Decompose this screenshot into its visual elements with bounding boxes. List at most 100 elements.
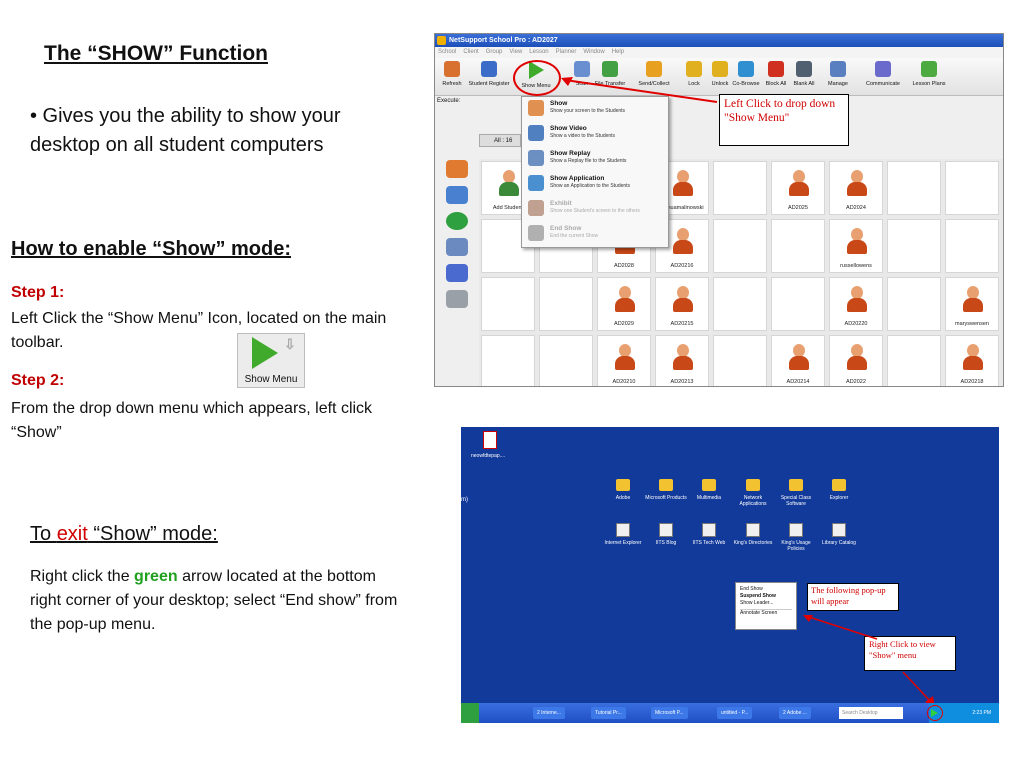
desktop-icon-label: Special Class Software	[780, 495, 812, 507]
student-tile[interactable]	[945, 219, 999, 273]
student-tile[interactable]: AD20215	[655, 277, 709, 331]
popup-item[interactable]: Annotate Screen	[740, 609, 792, 617]
show-tray-arrow-icon[interactable]	[931, 709, 938, 717]
student-avatar-icon	[615, 344, 635, 372]
survey-view-icon[interactable]	[446, 264, 468, 282]
folder-icon	[659, 479, 673, 491]
student-tile[interactable]: AD20220	[829, 277, 883, 331]
folder-icon	[789, 479, 803, 491]
toolbar-communicate-button[interactable]: Communicate	[861, 59, 905, 87]
show-popup-menu: End Show Suspend Show Show Leader... Annota…	[735, 582, 797, 630]
menu-item[interactable]: Planner	[556, 49, 577, 55]
desktop-icon[interactable]: Microsoft Products	[644, 479, 688, 501]
desktop-icon-label: Explorer	[829, 495, 849, 501]
desktop-icon[interactable]: Special Class Software	[774, 479, 818, 507]
folder-icon	[702, 479, 716, 491]
student-tile[interactable]: AD20218	[945, 335, 999, 386]
student-tile[interactable]	[771, 219, 825, 273]
student-name: AD20214	[786, 379, 810, 385]
student-tile[interactable]	[539, 335, 593, 386]
toolbar-register-button[interactable]: Student Register	[463, 59, 515, 87]
toolbar-label: Communicate	[866, 81, 900, 87]
refresh-icon	[444, 61, 460, 77]
student-tile[interactable]: AD2025	[771, 161, 825, 215]
student-tile[interactable]	[771, 277, 825, 331]
app-logo-icon	[437, 36, 446, 45]
desktop-icon-label: King's Directories	[733, 540, 773, 546]
popup-item[interactable]: Show Leader...	[740, 600, 792, 607]
student-tile[interactable]	[481, 335, 535, 386]
student-tile[interactable]	[713, 335, 767, 386]
student-tile[interactable]: AD20210	[597, 335, 651, 386]
taskbar-button[interactable]: Microsoft P...	[651, 707, 688, 719]
step2-text: From the drop down menu which appears, l…	[11, 400, 373, 441]
student-tile[interactable]: russellowens	[829, 219, 883, 273]
desktop-icon[interactable]: Adobe	[601, 479, 645, 501]
popup-item[interactable]: Suspend Show	[740, 593, 792, 600]
menu-item[interactable]: Lesson	[529, 49, 548, 55]
desktop-icon[interactable]: Network Applications	[731, 479, 775, 507]
toolbar-lesson-plans-button[interactable]: Lesson Plans	[905, 59, 953, 87]
tab-all-students[interactable]: All : 16	[479, 134, 521, 147]
student-tile[interactable]: AD20214	[771, 335, 825, 386]
student-tile[interactable]	[887, 335, 941, 386]
desktop-icon[interactable]: Internet Explorer	[601, 523, 645, 546]
student-tile[interactable]	[887, 277, 941, 331]
toolbar-monitor-button[interactable]: Blank All	[787, 59, 821, 87]
student-avatar-icon	[847, 228, 867, 256]
desktop-icon[interactable]: Library Catalog	[817, 523, 861, 546]
desktop-icon[interactable]: King's Usage Policies	[774, 523, 818, 552]
dropdown-item-title: Show Video	[550, 125, 587, 132]
desktop-icon-label: Library Catalog	[822, 540, 856, 546]
student-tile[interactable]	[713, 161, 767, 215]
exit-text-pre: Right click the	[30, 568, 135, 585]
student-tile[interactable]	[887, 219, 941, 273]
desktop-search-input[interactable]: Search Desktop	[839, 707, 903, 719]
exit-heading-post: “Show” mode:	[87, 523, 218, 545]
student-tile[interactable]: AD2022	[829, 335, 883, 386]
desktop-icon[interactable]: IITS Tech Web	[687, 523, 731, 546]
menu-item[interactable]: Help	[612, 49, 624, 55]
dropdown-item-video[interactable]: Show Video Show a video to the Students	[522, 122, 668, 147]
student-name: AD20213	[670, 379, 694, 385]
taskbar-button[interactable]: untitled - P...	[717, 707, 753, 719]
student-tile[interactable]	[713, 277, 767, 331]
student-name: maryswensen	[955, 321, 989, 327]
popup-item[interactable]: End Show	[740, 586, 792, 593]
student-tile[interactable]	[713, 219, 767, 273]
desktop-icon[interactable]: Multimedia	[687, 479, 731, 501]
student-name: AD2029	[614, 321, 634, 327]
student-tile[interactable]: AD2029	[597, 277, 651, 331]
desktop-icon-label: Microsoft Products	[645, 495, 687, 501]
start-button[interactable]	[461, 703, 479, 723]
web-view-icon[interactable]	[446, 212, 468, 230]
student-tile[interactable]	[887, 161, 941, 215]
student-tile[interactable]: AD20213	[655, 335, 709, 386]
student-tile[interactable]	[481, 277, 535, 331]
menu-item[interactable]: Group	[486, 49, 503, 55]
dropdown-item-application[interactable]: Show Application Show an Application to t…	[522, 172, 668, 197]
taskbar-button[interactable]: 2 Adobe ...	[779, 707, 811, 719]
student-tile[interactable]: maryswensen	[945, 277, 999, 331]
menu-item[interactable]: Client	[463, 49, 478, 55]
toolbar-globe-button[interactable]: Co-Browse	[729, 59, 763, 87]
dropdown-item-replay[interactable]: Show Replay Show a Replay file to the Stu…	[522, 147, 668, 172]
apps-view-icon[interactable]	[446, 238, 468, 256]
network-view-icon[interactable]	[446, 186, 468, 204]
taskbar-button[interactable]: 2 Interne...	[533, 707, 565, 719]
desktop-icon[interactable]: King's Directories	[731, 523, 775, 546]
menu-item[interactable]: View	[509, 49, 522, 55]
student-tile[interactable]	[945, 161, 999, 215]
desktop-icon[interactable]: Explorer	[817, 479, 861, 501]
desktop-icon[interactable]: IITS Blog	[644, 523, 688, 546]
students-view-icon[interactable]	[446, 160, 468, 178]
student-avatar-icon	[847, 170, 867, 198]
student-tile[interactable]	[539, 277, 593, 331]
taskbar-button[interactable]: Tutorial Pr...	[591, 707, 626, 719]
menu-item[interactable]: School	[438, 49, 456, 55]
tools-view-icon[interactable]	[446, 290, 468, 308]
toolbar-manage-button[interactable]: Manage	[821, 59, 855, 87]
student-tile[interactable]: AD2024	[829, 161, 883, 215]
menu-item[interactable]: Window	[583, 49, 604, 55]
show-menu-label: Show Menu	[244, 374, 298, 385]
